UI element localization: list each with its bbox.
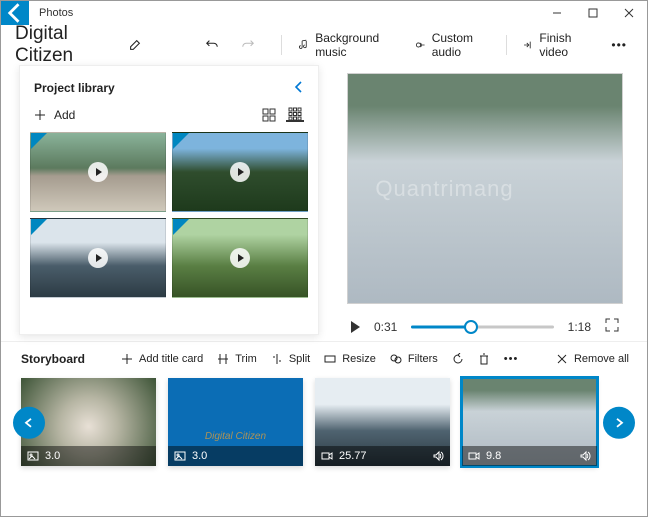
window-close-button[interactable] — [611, 1, 647, 25]
resize-label: Resize — [342, 353, 376, 365]
main-area: Project library Add Quantr — [1, 65, 647, 335]
video-icon — [321, 450, 333, 462]
player-current-time: 0:31 — [374, 320, 397, 334]
library-thumb[interactable] — [172, 132, 308, 212]
delete-clip-button[interactable] — [478, 353, 490, 365]
video-icon — [468, 450, 480, 462]
player-total-time: 1:18 — [568, 320, 591, 334]
window-minimize-button[interactable] — [539, 1, 575, 25]
storyboard-title: Storyboard — [21, 352, 85, 366]
clip-duration: 3.0 — [192, 450, 207, 462]
trim-button[interactable]: Trim — [217, 353, 257, 365]
library-grid — [28, 132, 310, 298]
play-icon — [230, 248, 250, 268]
project-library-panel: Project library Add — [19, 65, 319, 335]
split-label: Split — [289, 353, 310, 365]
watermark: Quantrimang — [375, 176, 513, 202]
play-button[interactable] — [351, 321, 360, 333]
project-library-title: Project library — [34, 81, 294, 95]
player-controls: 0:31 1:18 — [347, 304, 623, 335]
filters-label: Filters — [408, 353, 438, 365]
project-toolbar: Digital Citizen Background music Custom … — [1, 25, 647, 65]
remove-all-label: Remove all — [574, 353, 629, 365]
trim-label: Trim — [235, 353, 257, 365]
sound-icon — [432, 450, 444, 462]
finish-video-label: Finish video — [539, 31, 589, 59]
collapse-library-button[interactable] — [294, 80, 304, 96]
separator — [281, 35, 282, 55]
custom-audio-label: Custom audio — [432, 31, 490, 59]
project-name: Digital Citizen — [15, 23, 112, 67]
fullscreen-button[interactable] — [605, 318, 619, 335]
undo-button[interactable] — [199, 34, 225, 56]
library-thumb[interactable] — [30, 218, 166, 298]
play-icon — [230, 162, 250, 182]
rename-project-button[interactable] — [122, 34, 148, 56]
finish-video-button[interactable]: Finish video — [516, 27, 595, 63]
storyboard-clip[interactable]: Digital Citizen 3.0 — [168, 378, 303, 466]
storyboard-strip: 3.0 Digital Citizen 3.0 25.77 9.8 — [1, 372, 647, 480]
view-small-grid-button[interactable] — [286, 108, 304, 122]
image-icon — [27, 450, 39, 462]
more-button[interactable]: ••• — [605, 34, 633, 56]
play-icon — [88, 162, 108, 182]
play-icon — [88, 248, 108, 268]
preview-panel: Quantrimang 0:31 1:18 — [319, 65, 647, 335]
library-thumb[interactable] — [30, 132, 166, 212]
title-bar: Photos — [1, 1, 647, 25]
add-title-card-button[interactable]: Add title card — [121, 353, 203, 365]
library-thumb[interactable] — [172, 218, 308, 298]
redo-button[interactable] — [235, 34, 261, 56]
back-button[interactable] — [1, 1, 29, 25]
separator — [506, 35, 507, 55]
seek-slider[interactable] — [411, 320, 553, 334]
sound-icon — [579, 450, 591, 462]
clip-more-button[interactable]: ••• — [504, 353, 519, 365]
storyboard-clip[interactable]: 25.77 — [315, 378, 450, 466]
window-maximize-button[interactable] — [575, 1, 611, 25]
split-button[interactable]: Split — [271, 353, 310, 365]
filters-button[interactable]: Filters — [390, 353, 438, 365]
preview-video[interactable]: Quantrimang — [347, 73, 623, 304]
custom-audio-button[interactable]: Custom audio — [409, 27, 496, 63]
background-music-label: Background music — [315, 31, 393, 59]
storyboard-prev-button[interactable] — [13, 407, 45, 439]
view-large-grid-button[interactable] — [260, 108, 278, 122]
add-title-card-label: Add title card — [139, 353, 203, 365]
storyboard-next-button[interactable] — [603, 407, 635, 439]
resize-button[interactable]: Resize — [324, 353, 376, 365]
title-card-caption: Digital Citizen — [168, 431, 303, 442]
add-label: Add — [54, 108, 75, 122]
image-icon — [174, 450, 186, 462]
rotate-button[interactable] — [452, 353, 464, 365]
app-title: Photos — [29, 7, 539, 19]
storyboard-clip[interactable]: 9.8 — [462, 378, 597, 466]
clip-duration: 3.0 — [45, 450, 60, 462]
clip-duration: 9.8 — [486, 450, 501, 462]
add-media-button[interactable]: Add — [34, 108, 252, 122]
background-music-button[interactable]: Background music — [292, 27, 399, 63]
storyboard-toolbar: Storyboard Add title card Trim Split Res… — [1, 341, 647, 372]
remove-all-button[interactable]: Remove all — [556, 353, 629, 365]
clip-duration: 25.77 — [339, 450, 367, 462]
